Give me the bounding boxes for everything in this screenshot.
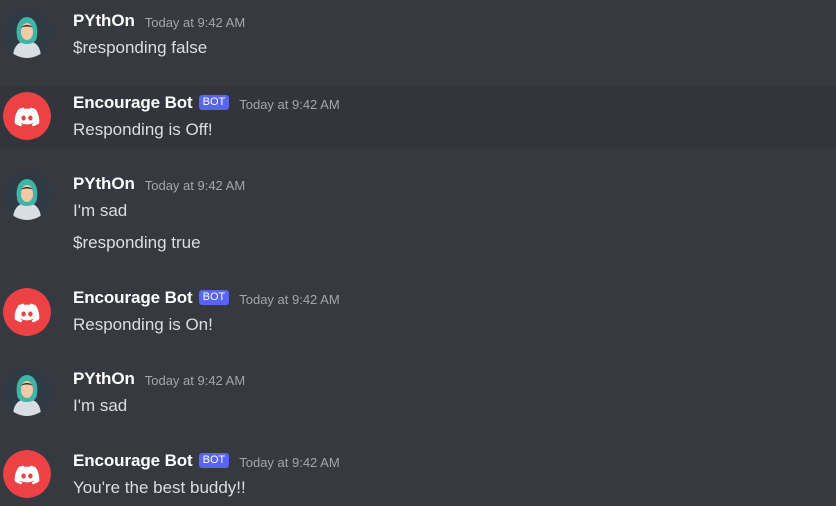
username[interactable]: PYthOn xyxy=(73,174,135,194)
timestamp[interactable]: Today at 9:42 AM xyxy=(145,178,245,193)
message-text: I'm sad xyxy=(73,396,128,415)
timestamp[interactable]: Today at 9:42 AM xyxy=(239,292,339,307)
username[interactable]: PYthOn xyxy=(73,11,135,31)
bot-tag-badge: BOT xyxy=(198,94,230,110)
hooded-figure-icon xyxy=(3,172,51,220)
chat-message-list: PYthOn Today at 9:42 AM $responding fals… xyxy=(0,0,836,506)
message-text: Responding is On! xyxy=(73,315,213,334)
discord-logo-icon xyxy=(3,450,51,498)
user-avatar[interactable] xyxy=(3,368,51,416)
message-group: PYthOn Today at 9:42 AM I'm sad $respond… xyxy=(0,160,836,270)
bot-avatar[interactable] xyxy=(3,92,51,140)
discord-logo-icon xyxy=(3,92,51,140)
user-avatar[interactable] xyxy=(3,10,51,58)
bot-avatar[interactable] xyxy=(3,450,51,498)
discord-logo-icon xyxy=(3,288,51,336)
username[interactable]: Encourage Bot xyxy=(73,93,193,113)
timestamp[interactable]: Today at 9:42 AM xyxy=(239,455,339,470)
message-group: PYthOn Today at 9:42 AM $responding fals… xyxy=(0,0,836,80)
message-header: Encourage Bot BOT Today at 9:42 AM xyxy=(73,450,340,472)
message-text: Responding is Off! xyxy=(73,120,213,139)
timestamp[interactable]: Today at 9:42 AM xyxy=(145,15,245,30)
message-group: Encourage Bot BOT Today at 9:42 AM Respo… xyxy=(0,276,836,346)
hooded-figure-icon xyxy=(3,368,51,416)
username[interactable]: PYthOn xyxy=(73,369,135,389)
message-text: $responding false xyxy=(73,38,208,57)
message-header: PYthOn Today at 9:42 AM xyxy=(73,10,245,32)
message-text: I'm sad xyxy=(73,201,128,220)
message-header: PYthOn Today at 9:42 AM xyxy=(73,173,245,195)
message-text: You're the best buddy!! xyxy=(73,478,246,497)
timestamp[interactable]: Today at 9:42 AM xyxy=(239,97,339,112)
message-group: Encourage Bot BOT Today at 9:42 AM Respo… xyxy=(0,86,836,148)
timestamp[interactable]: Today at 9:42 AM xyxy=(145,373,245,388)
bot-tag-badge: BOT xyxy=(198,289,230,305)
message-header: Encourage Bot BOT Today at 9:42 AM xyxy=(73,287,340,309)
bot-tag-badge: BOT xyxy=(198,452,230,468)
message-header: PYthOn Today at 9:42 AM xyxy=(73,368,245,390)
hooded-figure-icon xyxy=(3,10,51,58)
bot-avatar[interactable] xyxy=(3,288,51,336)
message-header: Encourage Bot BOT Today at 9:42 AM xyxy=(73,92,340,114)
username[interactable]: Encourage Bot xyxy=(73,451,193,471)
message-group: PYthOn Today at 9:42 AM I'm sad xyxy=(0,356,836,426)
message-text: $responding true xyxy=(73,233,201,252)
username[interactable]: Encourage Bot xyxy=(73,288,193,308)
message-group: Encourage Bot BOT Today at 9:42 AM You'r… xyxy=(0,440,836,506)
user-avatar[interactable] xyxy=(3,172,51,220)
